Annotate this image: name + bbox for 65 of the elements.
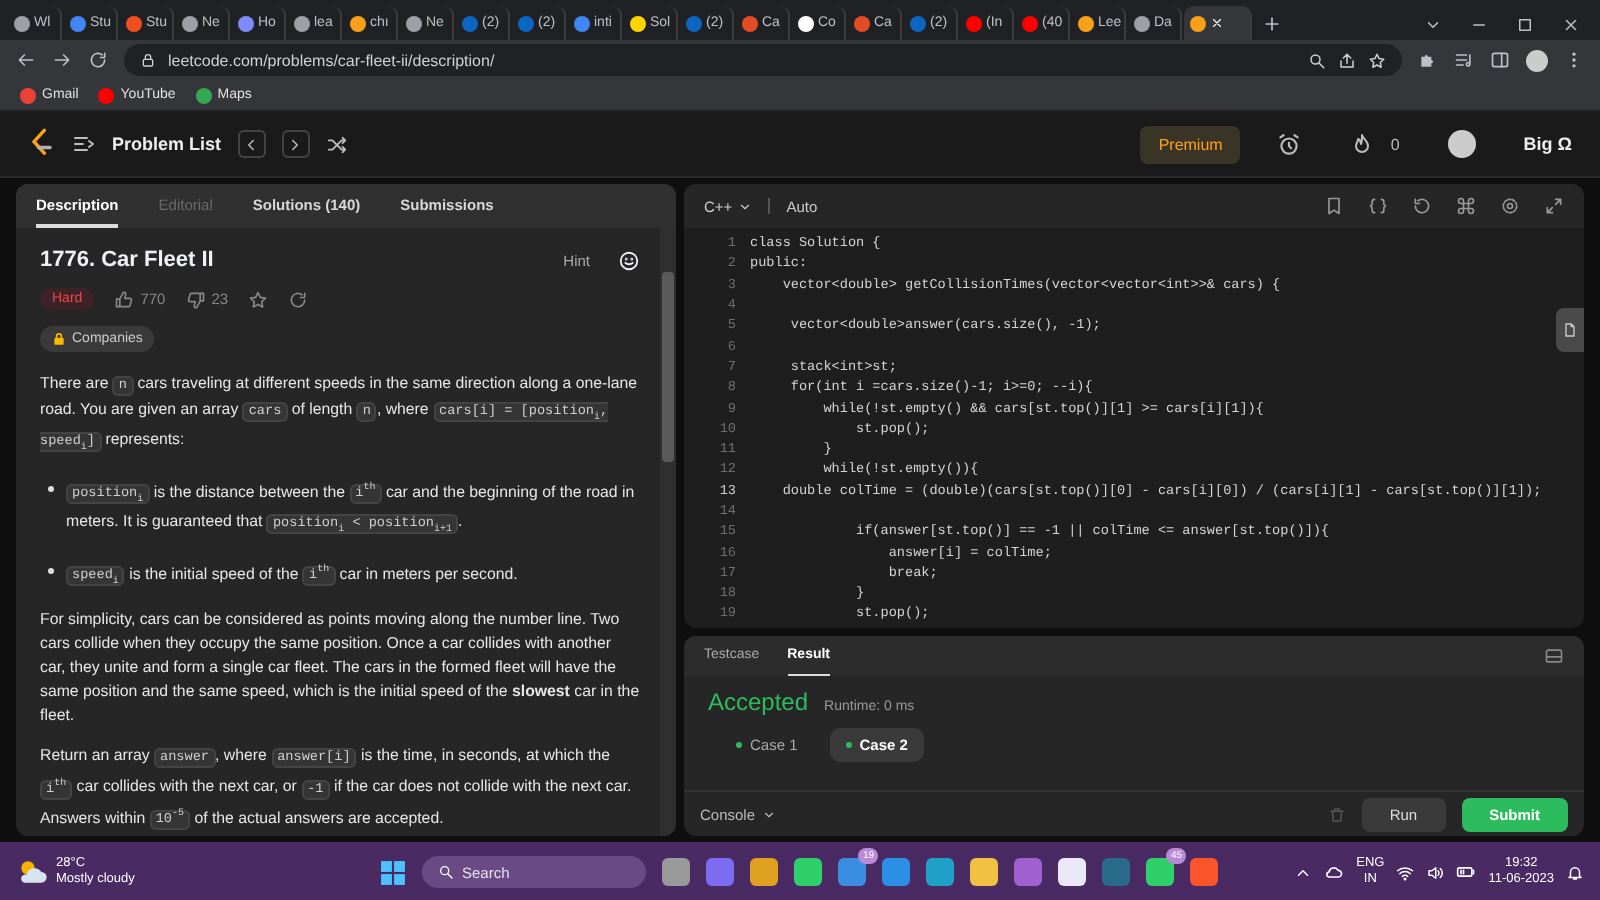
back-icon[interactable] — [16, 50, 36, 70]
app-icon[interactable] — [1146, 858, 1174, 886]
extensions-icon[interactable] — [1418, 50, 1438, 70]
app-icon[interactable] — [662, 858, 690, 886]
bullet-icon — [48, 567, 54, 574]
chevron-down-icon — [738, 199, 753, 213]
lock-icon — [52, 332, 66, 346]
profile-avatar[interactable] — [1526, 49, 1548, 71]
battery-icon[interactable] — [1456, 862, 1477, 882]
browser-tab[interactable] — [1184, 6, 1252, 40]
user-avatar[interactable] — [1447, 130, 1476, 158]
braces-icon[interactable] — [1368, 196, 1388, 216]
scrollbar[interactable] — [660, 228, 676, 836]
flame-icon[interactable] — [1350, 132, 1375, 156]
command-icon[interactable] — [1456, 196, 1476, 216]
code-editor[interactable] — [684, 184, 1584, 628]
weather-icon[interactable] — [16, 858, 48, 886]
logo-icon[interactable] — [28, 128, 56, 160]
bullet-icon — [48, 485, 54, 492]
next-button[interactable] — [281, 130, 310, 158]
sidebar-icon[interactable] — [1490, 50, 1510, 70]
streak-count: 0 — [1390, 135, 1400, 153]
problem-list-link[interactable]: Problem List — [112, 134, 222, 154]
start-icon[interactable] — [380, 859, 406, 885]
chevron-down-icon[interactable] — [1424, 16, 1442, 34]
cloud-icon[interactable] — [1324, 862, 1345, 882]
file-icon — [1562, 322, 1578, 338]
reset-icon[interactable] — [1412, 196, 1432, 216]
chevron-down-icon — [761, 807, 776, 821]
forward-icon[interactable] — [52, 50, 72, 70]
thumbs-down-icon[interactable] — [185, 289, 206, 309]
star-icon[interactable] — [248, 289, 269, 309]
star-icon[interactable] — [1368, 51, 1386, 69]
wifi-icon[interactable] — [1396, 863, 1415, 881]
media-icon[interactable] — [1454, 50, 1474, 70]
maximize-icon[interactable] — [1516, 16, 1534, 34]
expand-icon[interactable] — [1544, 196, 1564, 216]
notification-icon[interactable] — [1566, 863, 1584, 881]
smiley-icon[interactable] — [618, 249, 640, 271]
app-icon[interactable] — [794, 858, 822, 886]
list-icon[interactable] — [72, 132, 96, 156]
app-icon[interactable] — [926, 858, 954, 886]
alarm-icon[interactable] — [1276, 131, 1303, 157]
shuffle-icon[interactable] — [325, 133, 348, 155]
zoom-icon[interactable] — [1308, 51, 1326, 69]
file-button[interactable] — [1556, 308, 1584, 352]
username[interactable]: Big Ω — [1523, 134, 1572, 154]
search-icon — [438, 864, 454, 880]
bookmark-icon[interactable] — [1324, 196, 1344, 216]
premium-button[interactable]: Premium — [1140, 125, 1241, 163]
lock-icon — [140, 52, 156, 68]
speaker-icon[interactable] — [1426, 863, 1445, 881]
settings-icon[interactable] — [1500, 196, 1520, 216]
close-icon[interactable] — [1562, 16, 1580, 34]
layout-icon[interactable] — [1544, 646, 1564, 666]
result-status: Accepted — [708, 688, 809, 716]
app-icon[interactable] — [750, 858, 778, 886]
problem-title: 1776. Car Fleet II — [40, 248, 216, 272]
app-icon[interactable] — [1058, 858, 1086, 886]
thumbs-up-icon[interactable] — [114, 289, 135, 309]
previous-button[interactable] — [237, 130, 266, 158]
app-icon[interactable] — [970, 858, 998, 886]
address-bar[interactable]: leetcode.com/problems/car-fleet-ii/description/ — [124, 44, 1402, 76]
new-tab-icon[interactable] — [1262, 14, 1282, 34]
reload-icon[interactable] — [88, 50, 108, 70]
